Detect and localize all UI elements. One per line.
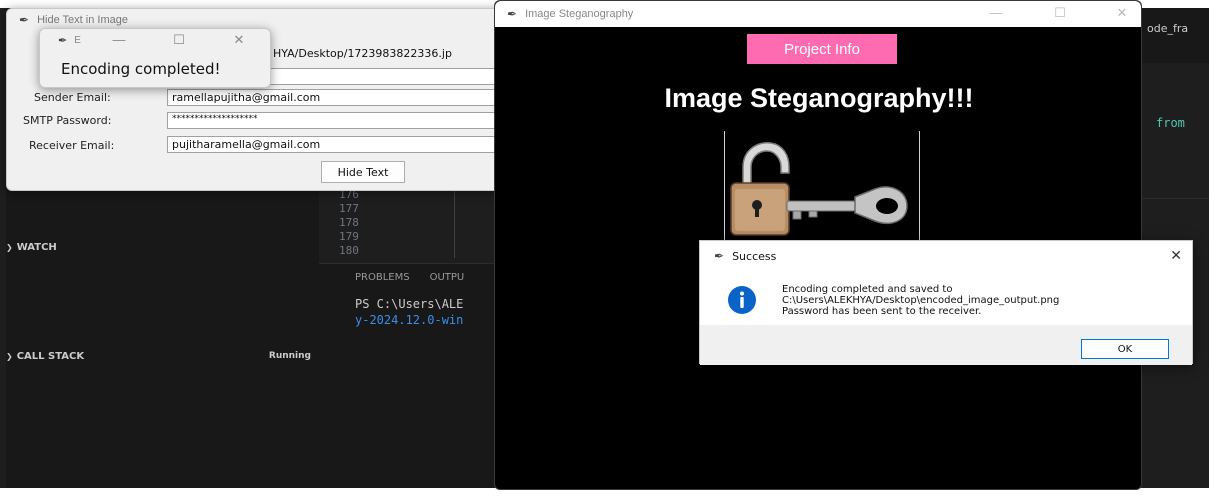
- encoding-message: Encoding completed!: [61, 60, 221, 78]
- popup-titlebar[interactable]: ✒ E — ☐ ✕: [40, 29, 270, 51]
- steg-heading: Image Steganography!!!: [664, 83, 974, 113]
- dialog-footer: OK: [700, 325, 1192, 365]
- success-message: Encoding completed and saved to C:\Users…: [782, 284, 1059, 317]
- minimize-icon[interactable]: —: [108, 32, 130, 47]
- minimize-icon[interactable]: —: [985, 5, 1007, 20]
- hide-window-title: Hide Text in Image: [37, 14, 128, 26]
- success-line: Password has been sent to the receiver.: [782, 306, 982, 317]
- receiver-email-label: Receiver Email:: [29, 139, 115, 152]
- smtp-password-label: SMTP Password:: [23, 114, 112, 127]
- line-number: 179: [339, 230, 359, 243]
- info-icon: [728, 286, 756, 314]
- close-icon[interactable]: ✕: [1170, 247, 1182, 264]
- smtp-password-field[interactable]: *******************: [167, 112, 520, 129]
- feather-icon: ✒: [714, 249, 725, 263]
- line-numbers: 176 177 178 179 180: [339, 188, 359, 258]
- ok-button[interactable]: OK: [1081, 339, 1169, 359]
- success-path: C:\Users\ALEKHYA/Desktop\encoded_image_o…: [782, 295, 1060, 306]
- hide-text-button[interactable]: Hide Text: [321, 161, 405, 183]
- success-dialog: ✒ Success ✕ Encoding completed and saved…: [699, 240, 1193, 365]
- project-info-button[interactable]: Project Info: [747, 34, 897, 64]
- tab-output[interactable]: OUTPU: [430, 272, 465, 283]
- terminal-line: y-2024.12.0-win: [355, 313, 464, 327]
- steg-window-titlebar[interactable]: ✒ Image Steganography — ☐ ✕: [495, 1, 1141, 27]
- call-stack-status: Running: [268, 351, 311, 361]
- line-number: 178: [339, 216, 359, 229]
- chevron-right-icon: ❯: [6, 242, 13, 252]
- editor-tab[interactable]: ode_fra: [1138, 8, 1209, 63]
- sender-email-field[interactable]: ramellapujitha@gmail.com: [167, 89, 520, 106]
- terminal-line: PS C:\Users\ALE: [355, 297, 464, 311]
- chevron-right-icon: ❯: [6, 351, 13, 361]
- lock-image-frame: [724, 131, 920, 241]
- maximize-icon[interactable]: ☐: [1049, 5, 1071, 21]
- encoding-complete-popup: ✒ E — ☐ ✕ Encoding completed!: [39, 28, 271, 88]
- watch-section-header[interactable]: ❯ WATCH: [6, 236, 319, 258]
- steg-window-title: Image Steganography: [525, 8, 634, 20]
- call-stack-section-header[interactable]: ❯ CALL STACK Running: [6, 345, 319, 367]
- feather-icon: ✒: [507, 7, 518, 21]
- code-line: from: [1156, 116, 1185, 130]
- popup-title: E: [74, 34, 81, 46]
- panel-tabs: PROBLEMS OUTPU: [355, 272, 464, 283]
- divider: [1138, 198, 1209, 199]
- close-icon[interactable]: ✕: [1111, 5, 1133, 21]
- line-number: 177: [339, 202, 359, 215]
- lock-key-icon: [730, 141, 908, 236]
- line-number: 180: [339, 244, 359, 257]
- feather-icon: ✒: [58, 34, 68, 47]
- image-path-field[interactable]: HYA/Desktop/1723983822336.jp: [269, 46, 520, 63]
- success-titlebar[interactable]: ✒ Success ✕: [700, 241, 1192, 271]
- receiver-email-field[interactable]: pujitharamella@gmail.com: [167, 136, 520, 153]
- success-line: Encoding completed and saved to: [782, 284, 953, 295]
- sender-email-label: Sender Email:: [34, 91, 111, 104]
- terminal-output[interactable]: PS C:\Users\ALE y-2024.12.0-win: [355, 296, 463, 328]
- close-icon[interactable]: ✕: [228, 32, 250, 48]
- maximize-icon[interactable]: ☐: [168, 32, 190, 48]
- call-stack-label: CALL STACK: [16, 350, 85, 362]
- watch-label: WATCH: [16, 241, 57, 253]
- tab-problems[interactable]: PROBLEMS: [355, 272, 410, 283]
- feather-icon: ✒: [19, 13, 30, 27]
- success-title: Success: [732, 249, 777, 263]
